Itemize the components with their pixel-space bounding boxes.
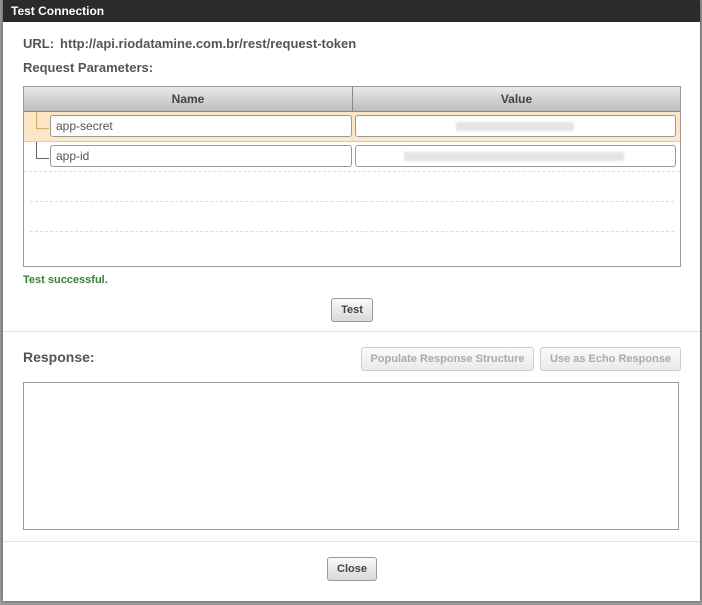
divider xyxy=(3,331,700,332)
request-parameters-label: Request Parameters: xyxy=(23,60,154,75)
grid-empty-row xyxy=(30,232,674,261)
column-header-value[interactable]: Value xyxy=(353,87,680,111)
grid-row-app-id[interactable]: app-id xyxy=(24,142,680,172)
param-value-input[interactable] xyxy=(355,115,676,137)
response-label: Response: xyxy=(23,349,95,365)
test-button[interactable]: Test xyxy=(331,298,373,322)
url-value: http://api.riodatamine.com.br/rest/reque… xyxy=(60,36,357,51)
divider xyxy=(3,541,700,542)
response-textarea[interactable] xyxy=(23,382,679,530)
grid-empty-row xyxy=(30,172,674,202)
populate-response-structure-button[interactable]: Populate Response Structure xyxy=(361,347,534,371)
url-line: URL: http://api.riodatamine.com.br/rest/r… xyxy=(23,36,356,51)
tree-connector-icon xyxy=(36,112,49,129)
dialog-title: Test Connection xyxy=(3,0,700,22)
request-parameters-grid: Name Value app-secret app-id xyxy=(23,86,681,267)
test-connection-dialog: Test Connection URL: http://api.riodatami… xyxy=(3,0,700,601)
grid-row-app-secret[interactable]: app-secret xyxy=(24,112,680,142)
param-value-input[interactable] xyxy=(355,145,676,167)
column-header-name[interactable]: Name xyxy=(24,87,353,111)
param-name-input[interactable]: app-secret xyxy=(50,115,352,137)
param-name-input[interactable]: app-id xyxy=(50,145,352,167)
url-label: URL: xyxy=(23,36,55,51)
status-message: Test successful. xyxy=(23,274,108,286)
tree-connector-icon xyxy=(36,142,49,159)
close-button[interactable]: Close xyxy=(327,557,377,581)
use-as-echo-response-button[interactable]: Use as Echo Response xyxy=(540,347,681,371)
redacted-value xyxy=(456,122,574,131)
grid-header: Name Value xyxy=(24,87,680,112)
redacted-value xyxy=(404,152,624,161)
grid-empty-row xyxy=(30,202,674,232)
